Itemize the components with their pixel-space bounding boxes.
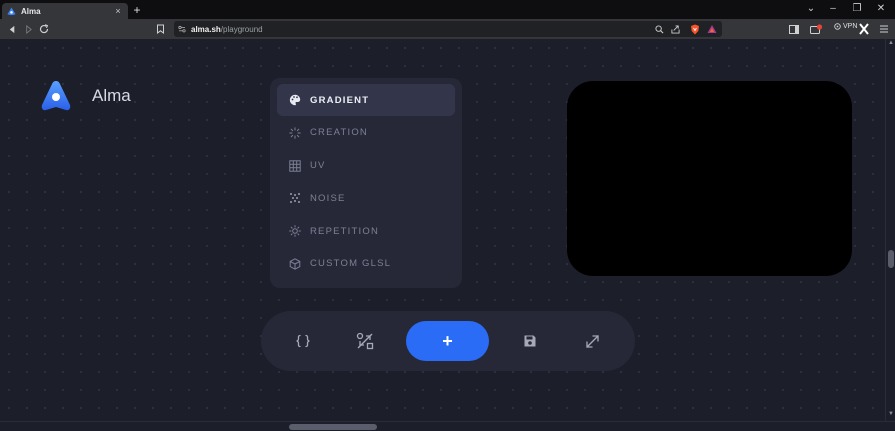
new-tab-button[interactable]: + xyxy=(131,3,143,17)
tab-close-icon[interactable]: × xyxy=(113,6,123,16)
brave-shields-icon[interactable] xyxy=(688,22,702,36)
expand-icon[interactable] xyxy=(577,326,607,356)
minimize-button[interactable]: – xyxy=(823,1,843,17)
menu-label: GRADIENT xyxy=(310,94,370,106)
sparkle-icon xyxy=(288,126,301,139)
shader-preview-canvas[interactable] xyxy=(567,81,852,276)
code-braces-icon[interactable] xyxy=(288,326,318,356)
nodes-icon[interactable] xyxy=(350,326,380,356)
url-path: /playground xyxy=(220,24,263,34)
menu-item-noise[interactable]: NOISE xyxy=(277,182,455,214)
sun-icon xyxy=(288,225,301,238)
menu-label: NOISE xyxy=(310,192,346,204)
maximize-button[interactable]: ❐ xyxy=(847,1,867,17)
menu-item-creation[interactable]: CREATION xyxy=(277,117,455,149)
menu-label: UV xyxy=(310,160,326,172)
brave-rewards-icon[interactable] xyxy=(705,22,719,36)
vpn-icon xyxy=(834,23,841,30)
menu-icon[interactable] xyxy=(877,22,891,36)
vertical-scrollbar[interactable]: ▲ ▼ xyxy=(885,39,895,421)
scroll-down-icon[interactable]: ▼ xyxy=(887,411,895,417)
brand-name: Alma xyxy=(92,86,131,105)
wallet-icon[interactable] xyxy=(809,22,823,36)
zoom-icon[interactable] xyxy=(652,22,666,36)
palette-icon xyxy=(288,94,301,107)
site-settings-icon[interactable] xyxy=(178,20,186,38)
grid-icon xyxy=(288,159,301,172)
bottom-toolbar: + xyxy=(261,311,635,371)
alma-favicon-icon xyxy=(7,6,16,16)
menu-label: REPETITION xyxy=(310,225,380,237)
sidebar-toggle-icon[interactable] xyxy=(787,22,801,36)
add-button[interactable]: + xyxy=(406,321,489,361)
share-icon[interactable] xyxy=(668,22,682,36)
horizontal-scrollbar[interactable] xyxy=(0,421,895,431)
url-host: alma.sh xyxy=(191,24,221,34)
brand[interactable]: Alma xyxy=(40,79,131,113)
menu-label: CREATION xyxy=(310,127,368,139)
horizontal-scroll-thumb[interactable] xyxy=(289,424,377,430)
extension-icon[interactable] xyxy=(857,22,871,36)
url-bar[interactable]: alma.sh /playground xyxy=(174,21,722,37)
noise-icon xyxy=(288,192,301,205)
alma-logo-icon xyxy=(41,81,71,111)
tab-strip: Alma × + ⌄ – ❐ ✕ xyxy=(0,0,895,19)
menu-item-repetition[interactable]: REPETITION xyxy=(277,215,455,247)
save-icon[interactable] xyxy=(515,326,545,356)
menu-item-uv[interactable]: UV xyxy=(277,150,455,182)
browser-tab-alma[interactable]: Alma × xyxy=(2,3,128,19)
menu-label: CUSTOM GLSL xyxy=(310,258,392,270)
page-content: Alma GRADIENT CREATION UV NOISE REPETITI… xyxy=(0,39,885,421)
vertical-scroll-thumb[interactable] xyxy=(888,250,894,268)
scroll-up-icon[interactable]: ▲ xyxy=(887,40,895,46)
menu-item-custom-glsl[interactable]: CUSTOM GLSL xyxy=(277,248,455,280)
browser-toolbar: alma.sh /playground VPN xyxy=(0,19,895,39)
menu-item-gradient[interactable]: GRADIENT xyxy=(277,84,455,116)
close-window-button[interactable]: ✕ xyxy=(871,1,891,17)
forward-icon[interactable] xyxy=(21,22,35,36)
bookmark-icon[interactable] xyxy=(153,22,167,36)
cube-icon xyxy=(288,257,301,270)
vpn-button[interactable]: VPN xyxy=(834,23,857,30)
tab-title: Alma xyxy=(21,6,41,16)
tab-search-chevron-icon[interactable]: ⌄ xyxy=(801,1,821,17)
reload-icon[interactable] xyxy=(37,22,51,36)
back-icon[interactable] xyxy=(5,22,19,36)
category-menu: GRADIENT CREATION UV NOISE REPETITION CU… xyxy=(270,78,462,288)
vpn-label: VPN xyxy=(843,23,858,30)
